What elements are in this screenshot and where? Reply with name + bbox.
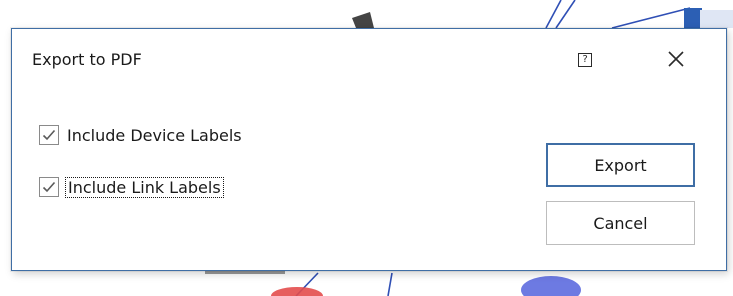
checkmark-icon	[42, 181, 56, 193]
help-icon[interactable]: ?	[578, 53, 592, 67]
dialog-titlebar: Export to PDF ?	[12, 29, 726, 91]
include-device-labels-checkbox[interactable]	[39, 125, 59, 145]
include-link-labels-label: Include Link Labels	[65, 176, 224, 198]
background-device-blobs	[271, 276, 581, 296]
export-button[interactable]: Export	[546, 143, 695, 187]
close-icon[interactable]	[666, 49, 686, 69]
include-link-labels-checkbox[interactable]	[39, 177, 59, 197]
include-device-labels-option[interactable]: Include Device Labels	[39, 122, 244, 148]
checkmark-icon	[42, 129, 56, 141]
include-link-labels-option[interactable]: Include Link Labels	[39, 174, 224, 200]
include-device-labels-label: Include Device Labels	[67, 125, 242, 145]
dialog-title: Export to PDF	[32, 50, 142, 69]
export-pdf-dialog: Export to PDF ? Include Device Labels In…	[11, 28, 727, 271]
cancel-button[interactable]: Cancel	[546, 201, 695, 245]
